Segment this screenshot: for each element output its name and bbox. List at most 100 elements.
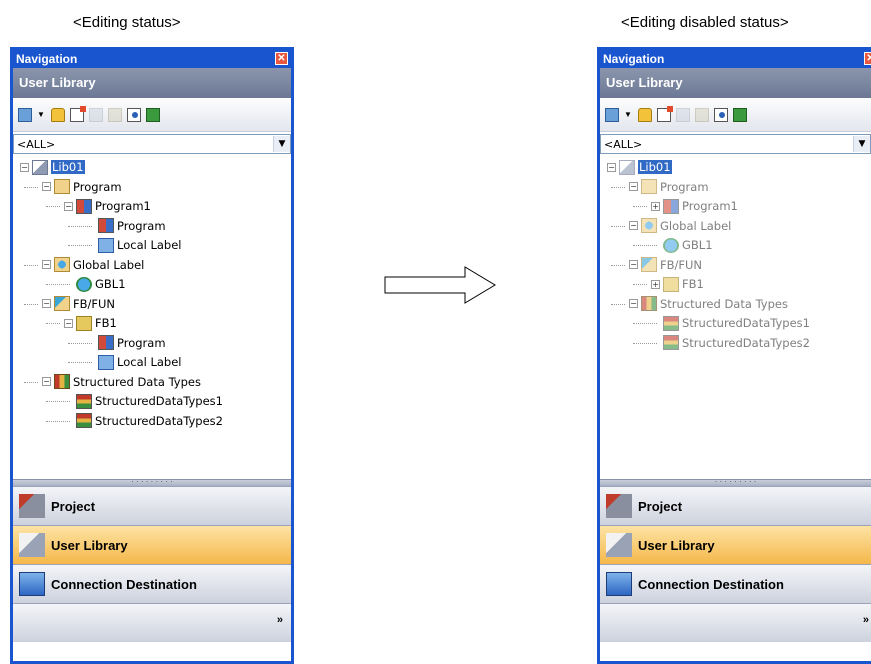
tree-connector — [68, 342, 92, 344]
collapse-icon[interactable]: − — [20, 162, 29, 172]
tree-item[interactable]: − FB/FUN — [629, 256, 702, 274]
collapse-icon[interactable]: − — [42, 377, 51, 386]
section-label: Project — [638, 498, 683, 514]
tree-item[interactable]: StructuredDataTypes2 — [651, 334, 810, 352]
tree-item[interactable]: + Program1 — [651, 197, 738, 215]
tree-item[interactable]: Local Label — [86, 353, 182, 371]
tree-item[interactable]: StructuredDataTypes2 — [64, 412, 223, 430]
tree-item[interactable]: − Structured Data Types — [42, 373, 201, 391]
fb-icon — [663, 276, 679, 292]
section-connection-destination[interactable]: Connection Destination — [13, 564, 291, 603]
tree-item-label: StructuredDataTypes1 — [95, 394, 223, 408]
new-data-icon[interactable] — [18, 107, 32, 122]
tree-connector — [633, 206, 647, 207]
collapse-icon[interactable]: − — [64, 201, 73, 211]
program-block-icon — [76, 198, 92, 214]
tree-item[interactable]: − Lib01 — [607, 158, 672, 176]
collapse-icon[interactable]: − — [42, 299, 51, 308]
refresh-icon[interactable] — [145, 107, 160, 122]
new-data-icon[interactable] — [605, 107, 619, 122]
collapse-icon[interactable]: − — [629, 299, 638, 308]
label-icon — [98, 237, 114, 253]
tree-connector — [24, 264, 38, 266]
tree-item[interactable]: Program — [86, 334, 166, 352]
collapse-icon[interactable]: − — [42, 182, 51, 191]
label-icon — [98, 354, 114, 370]
chevron-down-icon[interactable]: ▼ — [37, 110, 45, 119]
more-options-icon[interactable]: » — [277, 614, 283, 626]
chevron-down-icon[interactable]: ▼ — [624, 110, 632, 119]
tree-item[interactable]: + FB1 — [651, 275, 704, 293]
tree-item-label: Program1 — [95, 199, 151, 213]
tree-item-label: Structured Data Types — [660, 296, 788, 311]
section-label: Connection Destination — [51, 576, 197, 592]
tree-item[interactable]: − Structured Data Types — [629, 295, 788, 313]
refresh-icon[interactable] — [732, 107, 747, 122]
expand-icon[interactable]: + — [651, 279, 660, 289]
panel-header: User Library — [600, 68, 871, 98]
tree-item[interactable]: GBL1 — [651, 236, 713, 254]
tree-item[interactable]: StructuredDataTypes1 — [64, 392, 223, 410]
tree-item[interactable]: − Global Label — [629, 217, 731, 235]
copy-icon[interactable] — [675, 107, 690, 122]
collapse-icon[interactable]: − — [607, 162, 616, 172]
paste-icon[interactable] — [107, 107, 122, 122]
splitter-handle[interactable]: · · · · · · · · · — [13, 478, 291, 486]
tree-item-label: StructuredDataTypes2 — [95, 413, 223, 428]
copy-icon[interactable] — [88, 107, 103, 122]
program-block-icon — [663, 198, 679, 214]
collapse-icon[interactable]: − — [629, 221, 638, 230]
tree-item[interactable]: StructuredDataTypes1 — [651, 314, 810, 332]
chevron-down-icon[interactable]: ▼ — [273, 136, 290, 152]
section-connection-destination[interactable]: Connection Destination — [600, 564, 871, 603]
tree-item-label: Program — [660, 179, 709, 194]
section-project[interactable]: Project — [600, 486, 871, 525]
project-tree: − Lib01− Program + Program1− Global Label GBL1… — [600, 154, 871, 479]
properties-icon[interactable] — [713, 107, 728, 122]
section-label: Project — [51, 498, 96, 514]
expand-icon[interactable]: + — [651, 201, 660, 211]
folder-icon — [641, 179, 657, 194]
tree-item[interactable]: − Global Label — [42, 256, 144, 274]
section-user-library[interactable]: User Library — [600, 525, 871, 564]
chevron-down-icon[interactable]: ▼ — [853, 136, 870, 152]
tree-item[interactable]: − Lib01 — [20, 158, 85, 176]
tree-item-label: FB/FUN — [73, 296, 116, 311]
window-titlebar[interactable]: Navigation ✕ — [13, 50, 291, 68]
collapse-icon[interactable]: − — [64, 318, 73, 328]
tree-item[interactable]: − Program — [629, 178, 709, 196]
window-titlebar[interactable]: Navigation ✕ — [600, 50, 871, 68]
struct-icon — [76, 393, 92, 409]
tree-connector — [46, 284, 70, 285]
tree-item-label: FB1 — [682, 277, 704, 291]
close-icon[interactable]: ✕ — [864, 52, 871, 65]
add-data-icon[interactable] — [656, 105, 673, 122]
tree-item[interactable]: − Program1 — [64, 197, 151, 215]
program-icon — [98, 218, 114, 233]
collapse-icon[interactable]: − — [629, 182, 638, 191]
add-data-icon[interactable] — [69, 105, 86, 122]
collapse-icon[interactable]: − — [42, 260, 51, 269]
paste-icon[interactable] — [694, 107, 709, 122]
splitter-handle[interactable]: · · · · · · · · · — [600, 478, 871, 486]
tree-item[interactable]: − FB1 — [64, 314, 117, 332]
close-icon[interactable]: ✕ — [275, 52, 288, 65]
section-user-library[interactable]: User Library — [13, 525, 291, 564]
lock-icon[interactable] — [50, 107, 65, 122]
tree-item[interactable]: GBL1 — [64, 275, 126, 293]
filter-select[interactable]: <ALL> ▼ — [600, 134, 871, 154]
tree-item[interactable]: − FB/FUN — [42, 295, 115, 313]
more-options-icon[interactable]: » — [863, 614, 869, 626]
lock-icon[interactable] — [637, 107, 652, 122]
filter-select[interactable]: <ALL> ▼ — [13, 134, 291, 154]
tree-item[interactable]: Program — [86, 217, 166, 235]
tree-item[interactable]: Local Label — [86, 236, 182, 254]
globe-icon — [76, 276, 92, 292]
collapse-icon[interactable]: − — [629, 260, 638, 269]
section-project[interactable]: Project — [13, 486, 291, 525]
tree-item[interactable]: − Program — [42, 178, 122, 196]
library-icon — [32, 159, 48, 175]
globe-icon — [663, 237, 679, 253]
properties-icon[interactable] — [126, 107, 141, 122]
project-tree: − Lib01− Program − Program1 Program Local Labe… — [13, 154, 291, 479]
